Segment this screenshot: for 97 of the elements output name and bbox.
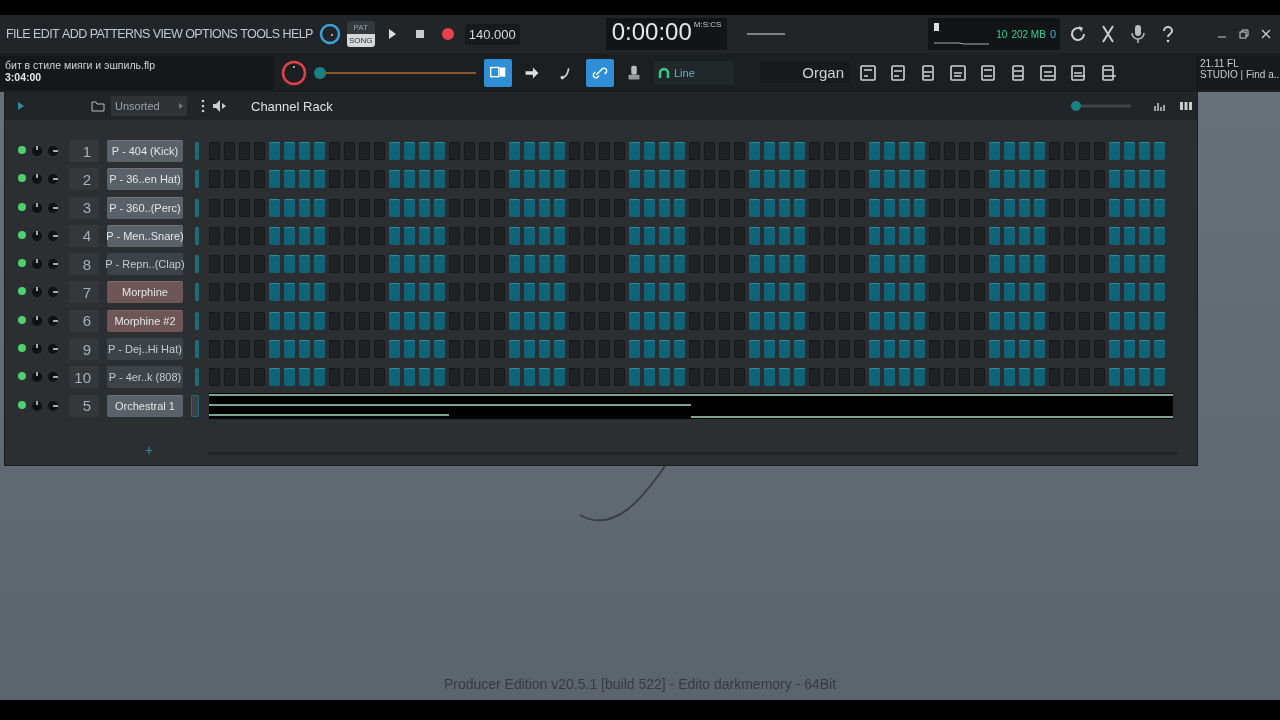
volume-knob-icon[interactable]	[47, 173, 59, 186]
mute-led[interactable]	[17, 258, 27, 269]
mixer-track-number[interactable]: 3	[69, 196, 99, 219]
add-channel-button[interactable]: +	[141, 442, 158, 458]
magnet-icon	[658, 66, 670, 79]
mute-led[interactable]	[17, 399, 27, 410]
memory-reading: 202 MB	[1011, 28, 1046, 40]
channel-name-button[interactable]: P - Repn..(Clap)	[107, 253, 183, 276]
menu-item[interactable]: EDIT	[33, 27, 60, 41]
volume-knob-icon[interactable]	[47, 258, 59, 271]
mute-led[interactable]	[17, 229, 27, 240]
mixer-track-number[interactable]: 7	[69, 281, 99, 304]
steps-view-icon[interactable]	[1179, 101, 1193, 111]
tempo-display[interactable]: 140.000	[464, 23, 520, 45]
project-file-name: бит в стиле мияги и эшпиль.flp	[5, 58, 156, 71]
channel-name-button[interactable]: Morphine	[107, 281, 183, 304]
menu-item[interactable]: OPTIONS	[185, 27, 238, 41]
song-length: 3:04:00	[5, 70, 43, 83]
pan-knob-icon[interactable]	[31, 145, 43, 157]
volume-knob-icon[interactable]	[47, 286, 59, 299]
piano-roll-preview[interactable]	[209, 392, 1173, 419]
link-icon[interactable]	[586, 58, 614, 87]
channel-indicator	[195, 311, 199, 330]
polyphony-reading: 10	[996, 28, 1008, 40]
mixer-track-number[interactable]: 8	[69, 253, 99, 276]
speaker-icon[interactable]	[211, 99, 227, 113]
mute-led[interactable]	[17, 201, 27, 212]
pan-knob-icon[interactable]	[31, 258, 43, 271]
menu-item[interactable]: FILE	[6, 27, 30, 41]
pan-knob-icon[interactable]	[31, 314, 43, 327]
mixer-track-number[interactable]: 2	[69, 168, 99, 191]
cpu-reading: 0	[1049, 28, 1056, 40]
snap-selector[interactable]: Line	[654, 60, 734, 85]
pan-knob-icon[interactable]	[31, 399, 43, 412]
channel-indicator	[195, 142, 199, 160]
channel-indicator	[195, 283, 199, 302]
volume-knob-icon[interactable]	[47, 145, 59, 157]
volume-knob-icon[interactable]	[47, 229, 59, 242]
channel-indicator	[195, 340, 199, 359]
close-icon[interactable]	[1260, 28, 1272, 40]
caret-icon	[179, 103, 183, 109]
more-icon[interactable]	[201, 99, 205, 113]
channel-indicator	[195, 368, 199, 387]
preset-field[interactable]: Organ	[760, 62, 850, 83]
mixer-track-number[interactable]: 10	[69, 366, 99, 389]
pan-knob-icon[interactable]	[31, 173, 43, 186]
graph-icon[interactable]	[1153, 100, 1165, 112]
mixer-track-number[interactable]: 5	[69, 394, 99, 417]
menu-item[interactable]: PATTERNS	[89, 27, 150, 41]
mute-led[interactable]	[17, 286, 27, 297]
menu-item[interactable]: TOOLS	[240, 27, 280, 41]
mute-led[interactable]	[17, 314, 27, 325]
volume-knob-icon[interactable]	[47, 314, 59, 327]
menu-item[interactable]: ADD	[62, 27, 87, 41]
channel-name-button[interactable]: P - Men..Snare)	[107, 224, 183, 247]
folder-icon[interactable]	[91, 100, 105, 112]
volume-knob-icon[interactable]	[47, 201, 59, 214]
channel-name-button[interactable]: P - Dej..Hi Hat)	[107, 338, 183, 361]
channel-name-button[interactable]: Morphine #2	[107, 309, 183, 332]
pitch-knob-icon[interactable]	[280, 58, 308, 87]
channel-name-button[interactable]: P - 360..(Perc)	[107, 196, 183, 219]
pan-knob-icon[interactable]	[31, 229, 43, 242]
restore-icon[interactable]	[1238, 28, 1250, 40]
channel-name-button[interactable]: P - 36..en Hat)	[107, 168, 183, 191]
volume-knob-icon[interactable]	[47, 371, 59, 384]
channel-select-box[interactable]	[191, 394, 199, 417]
mixer-track-number[interactable]: 9	[69, 338, 99, 361]
mute-led[interactable]	[17, 145, 27, 155]
hint-text: 21.11 FL	[1200, 57, 1240, 69]
master-slider[interactable]	[314, 65, 478, 80]
channel-name-button[interactable]: Orchestral 1	[107, 394, 183, 417]
channel-indicator	[195, 198, 199, 217]
menu-item[interactable]: HELP	[282, 27, 313, 41]
window-title: Channel Rack	[251, 98, 333, 114]
mixer-track-number[interactable]: 6	[69, 309, 99, 332]
volume-knob-icon[interactable]	[47, 399, 59, 412]
volume-knob-icon[interactable]	[47, 343, 59, 356]
pan-knob-icon[interactable]	[31, 201, 43, 214]
volume-knob-icon[interactable]	[318, 23, 341, 45]
pan-knob-icon[interactable]	[31, 371, 43, 384]
channel-indicator	[195, 255, 199, 274]
channel-indicator	[195, 226, 199, 245]
pan-knob-icon[interactable]	[31, 286, 43, 299]
mixer-track-number[interactable]: 4	[69, 224, 99, 247]
group-filter-dropdown[interactable]: Unsorted	[111, 96, 187, 116]
mute-led[interactable]	[17, 343, 27, 354]
step-sequencer-icon[interactable]	[484, 58, 512, 87]
channel-name-button[interactable]: P - 4er..k (808)	[107, 366, 183, 389]
mute-led[interactable]	[17, 371, 27, 382]
mute-led[interactable]	[17, 173, 27, 184]
channel-indicator	[195, 170, 199, 189]
menu-item[interactable]: VIEW	[152, 27, 183, 41]
channel-name-button[interactable]: P - 404 (Kick)	[107, 140, 183, 162]
mixer-track-number[interactable]: 1	[69, 140, 99, 162]
pan-knob-icon[interactable]	[31, 343, 43, 356]
pattern-song-toggle[interactable]: PAT SONG	[346, 21, 375, 47]
swing-slider[interactable]	[1071, 101, 1133, 111]
